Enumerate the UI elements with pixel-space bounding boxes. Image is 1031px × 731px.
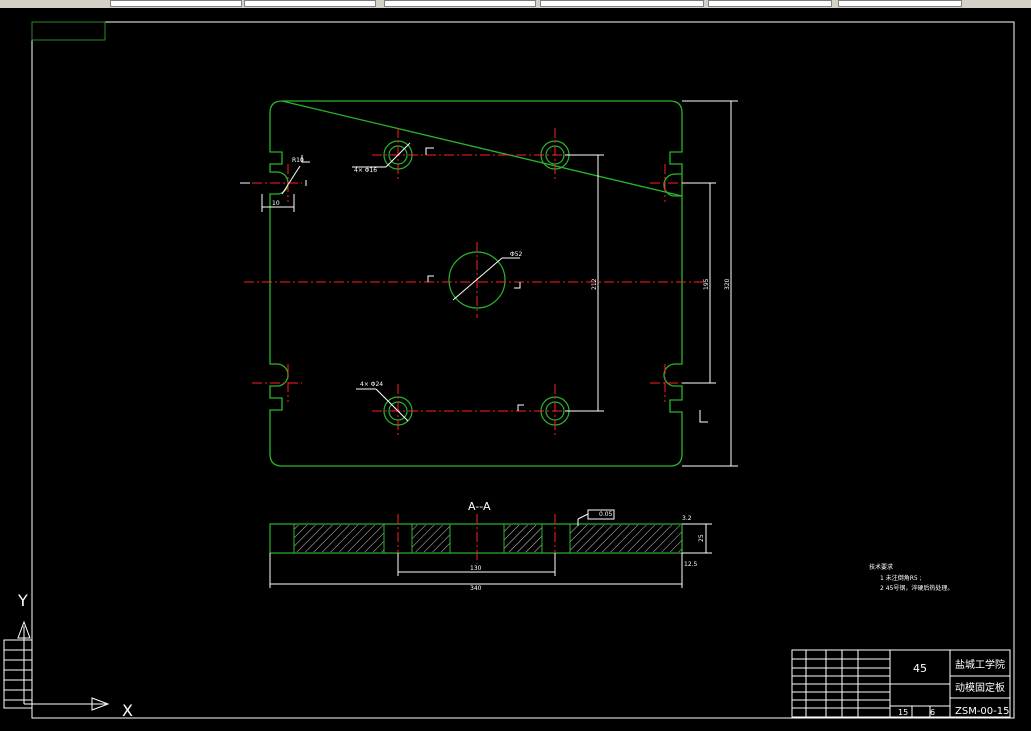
dim-vertical-outer: 320 [724, 278, 731, 290]
toolbar-field-2[interactable] [244, 0, 376, 7]
material-cell: 45 [913, 662, 927, 675]
corner-box [31, 21, 106, 41]
sheet-cell: 6 [930, 708, 935, 717]
dim-slot-radius: R10 [292, 157, 304, 164]
center-lines [244, 128, 706, 438]
drawing-number: ZSM-00-15 [955, 706, 1010, 717]
part-name: 动模固定板 [955, 681, 1005, 694]
revision-table [3, 639, 33, 709]
notes-line-2: 2 45号钢，淬硬后热处理。 [880, 584, 953, 592]
notes-title: 技术要求 [869, 563, 893, 571]
dim-slot-width: 10 [272, 200, 280, 207]
section-marks [240, 147, 708, 423]
dim-hole-bottom: 4× Φ24 [360, 381, 383, 388]
dim-hole-top: 4× Φ16 [354, 167, 377, 174]
dim-overall-width: 340 [470, 585, 482, 592]
toolbar-field-4[interactable] [540, 0, 704, 7]
roughness-bottom: 12.5 [684, 561, 698, 568]
drawing-border [31, 21, 1015, 719]
toolbar-field-6[interactable] [838, 0, 962, 7]
roughness-top: 3.2 [682, 515, 692, 522]
dim-center-hole: Φ52 [510, 251, 523, 258]
drawing-canvas[interactable]: A--A 340 130 10 R10 Φ52 4× Φ16 4× Φ24 0.… [0, 8, 1031, 727]
toolbar-field-5[interactable] [708, 0, 832, 7]
dim-bolt-spacing: 130 [470, 565, 482, 572]
ucs-x-label: X [122, 701, 133, 720]
scale-cell: 15 [898, 708, 908, 717]
cad-drawing: A--A 340 130 10 R10 Φ52 4× Φ16 4× Φ24 0.… [3, 21, 1015, 720]
toolbar-field-1[interactable] [110, 0, 242, 7]
notes-line-1: 1 未注倒角R5 ; [880, 574, 922, 582]
ucs-y-label: Y [17, 591, 28, 610]
tolerance-value: 0.05 [599, 511, 613, 518]
dim-vertical-inner: 212 [591, 278, 598, 290]
dim-thickness: 25 [698, 534, 705, 542]
dim-vertical-mid: 195 [703, 278, 710, 290]
section-title: A--A [468, 500, 491, 513]
toolbar-field-3[interactable] [384, 0, 536, 7]
school-name: 盐城工学院 [955, 658, 1005, 671]
section-view [269, 509, 712, 588]
vertical-scrollbar[interactable] [1020, 8, 1031, 727]
